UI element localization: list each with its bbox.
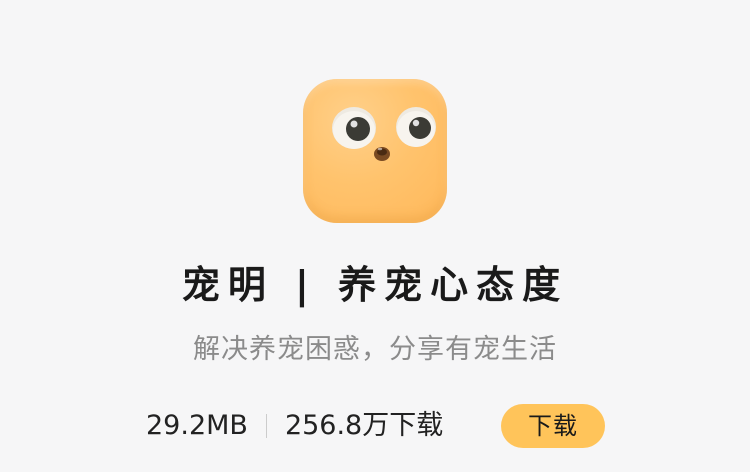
app-meta: 29.2MB 256.8万下载 (146, 404, 443, 448)
download-button[interactable]: 下载 (501, 404, 605, 448)
app-icon (303, 79, 447, 223)
app-download-card: 宠明 | 养宠心态度 解决养宠困惑，分享有宠生活 29.2MB 256.8万下载… (0, 0, 750, 472)
download-count: 256.8万下载 (284, 410, 444, 441)
puppy-face-icon (332, 107, 436, 161)
app-subtitle: 解决养宠困惑，分享有宠生活 (193, 334, 557, 365)
meta-divider (265, 414, 267, 438)
app-title: 宠明 | 养宠心态度 (181, 263, 569, 307)
app-size: 29.2MB (146, 410, 248, 441)
